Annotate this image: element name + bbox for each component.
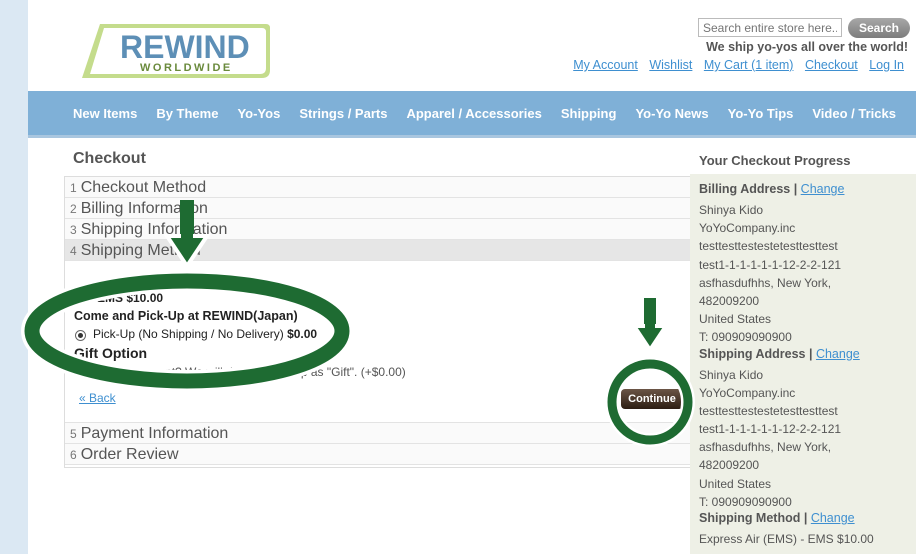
step-shipping-information[interactable]: 3 Shipping Information: [65, 219, 698, 240]
login-link[interactable]: Log In: [869, 58, 904, 72]
progress-title: Your Checkout Progress: [690, 148, 916, 174]
my-account-link[interactable]: My Account: [573, 58, 638, 72]
shipping-method-value: Express Air (EMS) - EMS $10.00: [699, 532, 874, 546]
nav-by-theme[interactable]: By Theme: [156, 106, 218, 121]
nav-new-items[interactable]: New Items: [73, 106, 137, 121]
my-cart-link[interactable]: My Cart (1 item): [704, 58, 794, 72]
svg-text:REWIND: REWIND: [120, 29, 250, 65]
pickup-option-label[interactable]: Pick-Up (No Shipping / No Delivery) $0.0…: [93, 327, 317, 341]
search-button[interactable]: Search: [848, 18, 910, 38]
nav-yo-yo-news[interactable]: Yo-Yo News: [635, 106, 708, 121]
gift-option-text: a present? We will do Gift W...ship as "…: [125, 365, 406, 379]
pickup-heading: Come and Pick-Up at REWIND(Japan): [74, 309, 298, 323]
method-change-link[interactable]: Change: [811, 511, 855, 525]
svg-text:WORLDWIDE: WORLDWIDE: [140, 62, 233, 74]
main-nav: New Items By Theme Yo-Yos Strings / Part…: [28, 91, 916, 138]
step-checkout-method[interactable]: 1 Checkout Method: [65, 177, 698, 198]
billing-line: asfhasdufhhs, New York,: [699, 275, 832, 290]
shipping-method-panel: EMS $10.00 Come and Pick-Up at REWIND(Ja…: [65, 261, 698, 423]
nav-video-tricks[interactable]: Video / Tricks: [812, 106, 896, 121]
account-links: My Account Wishlist My Cart (1 item) Che…: [565, 58, 904, 72]
billing-change-link[interactable]: Change: [801, 182, 845, 196]
search-input[interactable]: [698, 18, 842, 37]
billing-line: 482009200: [699, 293, 760, 308]
shipping-line: 482009200: [699, 458, 760, 473]
continue-button[interactable]: Continue: [621, 389, 683, 409]
billing-line: Shinya Kido: [699, 203, 764, 217]
shipping-line: T: 090909090900: [699, 494, 792, 509]
back-link[interactable]: « Back: [79, 391, 116, 405]
ems-option-label: EMS $10.00: [97, 291, 164, 305]
checkout-progress: Your Checkout Progress Billing Address |…: [690, 148, 916, 554]
step-shipping-method[interactable]: 4 Shipping Method: [65, 240, 698, 261]
billing-line: YoYoCompany.inc: [699, 221, 796, 236]
ship-note: We ship yo-yos all over the world!: [706, 40, 908, 54]
shipping-line: asfhasdufhhs, New York,: [699, 440, 832, 455]
page-title: Checkout: [73, 150, 146, 167]
nav-yo-yo-tips[interactable]: Yo-Yo Tips: [728, 106, 794, 121]
nav-apparel[interactable]: Apparel / Accessories: [406, 106, 541, 121]
checkout-link[interactable]: Checkout: [805, 58, 858, 72]
billing-line: United States: [699, 312, 772, 327]
nav-strings-parts[interactable]: Strings / Parts: [299, 106, 387, 121]
nav-yo-yos[interactable]: Yo-Yos: [237, 106, 280, 121]
pickup-radio[interactable]: [75, 330, 86, 341]
billing-address-heading: Billing Address | Change: [699, 182, 845, 196]
billing-line: test1-1-1-1-1-1-12-2-2-121: [699, 257, 842, 272]
shipping-line: Shinya Kido: [699, 367, 764, 382]
shipping-address-heading: Shipping Address | Change: [699, 346, 860, 361]
shipping-line: YoYoCompany.inc: [699, 385, 796, 400]
step-billing-information[interactable]: 2 Billing Information: [65, 198, 698, 219]
shipping-change-link[interactable]: Change: [816, 347, 860, 361]
checkout-steps: 1 Checkout Method 2 Billing Information 3S…: [64, 176, 699, 468]
nav-shipping[interactable]: Shipping: [561, 106, 617, 121]
gift-option-title: Gift Option: [74, 345, 148, 361]
step-order-review[interactable]: 6 Order Review: [65, 444, 698, 465]
step-payment-information[interactable]: 5 Payment Information: [65, 423, 698, 444]
wishlist-link[interactable]: Wishlist: [649, 58, 692, 72]
shipping-method-heading: Shipping Method | Change: [699, 511, 855, 525]
billing-line: T: 090909090900: [699, 330, 792, 345]
shipping-line: testtesttestestetesttesttest: [699, 403, 838, 418]
shipping-line: United States: [699, 476, 772, 491]
rewind-logo[interactable]: REWIND WORLDWIDE: [80, 20, 272, 82]
billing-line: testtesttestestetesttesttest: [699, 239, 838, 254]
shipping-line: test1-1-1-1-1-1-12-2-2-121: [699, 422, 842, 437]
